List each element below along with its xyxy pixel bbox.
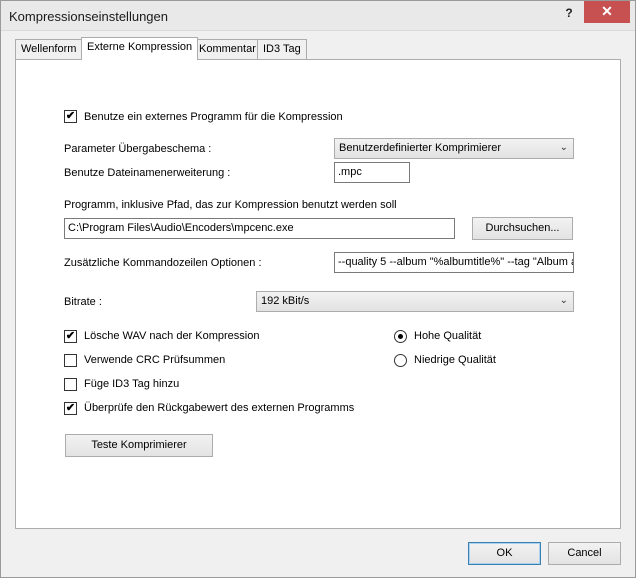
bitrate-label: Bitrate : [64,296,102,308]
param-scheme-label: Parameter Übergabeschema : [64,143,212,155]
param-scheme-select[interactable]: Benutzerdefinierter Komprimierer ⌄ [334,138,574,159]
check-return-label: Überprüfe den Rückgabewert des externen … [84,402,355,414]
crc-label: Verwende CRC Prüfsummen [84,354,226,366]
ok-button[interactable]: OK [468,542,541,565]
bitrate-select[interactable]: 192 kBit/s ⌄ [256,291,574,312]
close-icon: ✕ [601,3,613,19]
quality-low-label: Niedrige Qualität [414,354,496,366]
help-button[interactable]: ? [556,2,582,24]
check-return-checkbox[interactable]: ✔ [64,402,77,415]
program-path-label: Programm, inklusive Pfad, das zur Kompre… [64,199,397,211]
tab-externe-kompression[interactable]: Externe Kompression [81,37,199,60]
use-external-checkbox[interactable]: ✔ [64,110,77,123]
delete-wav-label: Lösche WAV nach der Kompression [84,330,260,342]
extra-options-label: Zusätzliche Kommandozeilen Optionen : [64,257,262,269]
use-external-label: Benutze ein externes Programm für die Ko… [84,111,343,123]
tab-kommentar[interactable]: Kommentar [193,39,262,59]
crc-checkbox[interactable] [64,354,77,367]
program-path-input[interactable]: C:\Program Files\Audio\Encoders\mpcenc.e… [64,218,455,239]
id3-checkbox[interactable] [64,378,77,391]
file-ext-label: Benutze Dateinamenerweiterung : [64,167,231,179]
quality-high-radio[interactable] [394,330,407,343]
browse-button[interactable]: Durchsuchen... [472,217,573,240]
id3-label: Füge ID3 Tag hinzu [84,378,180,390]
chevron-down-icon: ⌄ [559,295,568,306]
chevron-down-icon: ⌄ [559,142,568,153]
checkmark-icon: ✔ [65,110,76,122]
quality-high-label: Hohe Qualität [414,330,482,342]
delete-wav-checkbox[interactable]: ✔ [64,330,77,343]
radio-dot-icon [398,334,403,339]
quality-low-radio[interactable] [394,354,407,367]
param-scheme-value: Benutzerdefinierter Komprimierer [339,142,502,154]
title-bar: Kompressionseinstellungen ? ✕ [1,1,635,31]
checkmark-icon: ✔ [65,330,76,342]
extra-options-input[interactable]: --quality 5 --album "%albumtitle%" --tag… [334,252,574,273]
dialog-window: Kompressionseinstellungen ? ✕ Wellenform… [0,0,636,578]
close-button[interactable]: ✕ [584,1,630,23]
tab-id3-tag[interactable]: ID3 Tag [257,39,307,59]
bitrate-value: 192 kBit/s [261,295,310,307]
window-title: Kompressionseinstellungen [9,9,168,24]
tab-wellenform[interactable]: Wellenform [15,39,83,59]
test-compressor-button[interactable]: Teste Komprimierer [65,434,213,457]
tab-panel: ✔ Benutze ein externes Programm für die … [15,59,621,529]
checkmark-icon: ✔ [65,402,76,414]
cancel-button[interactable]: Cancel [548,542,621,565]
file-ext-input[interactable]: .mpc [334,162,410,183]
